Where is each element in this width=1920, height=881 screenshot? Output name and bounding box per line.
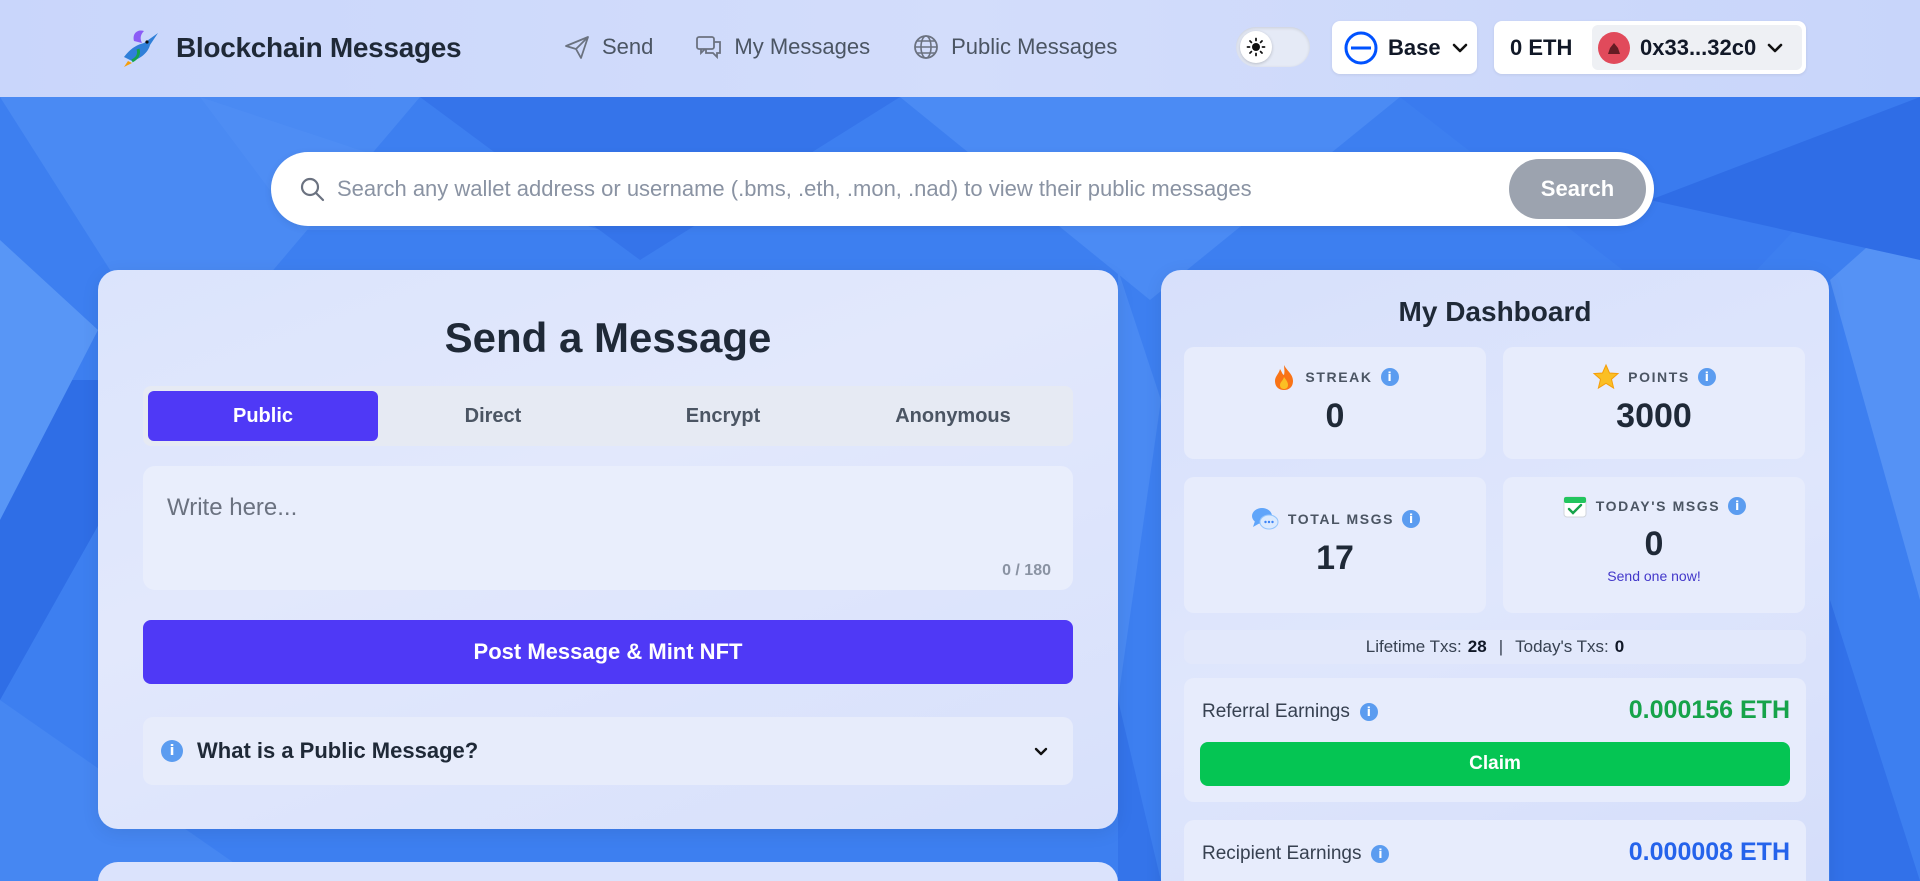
next-card [98,862,1118,881]
tab-direct[interactable]: Direct [378,391,608,441]
tab-encrypt[interactable]: Encrypt [608,391,838,441]
chat-bubbles-icon [696,36,722,60]
info-icon[interactable]: i [1380,368,1399,386]
theme-toggle-knob [1240,31,1272,63]
info-icon[interactable]: i [1728,497,1747,515]
message-type-tabs: Public Direct Encrypt Anonymous [143,386,1073,446]
send-title: Send a Message [444,314,772,361]
message-textarea[interactable] [143,466,1073,590]
main-nav: Send My Messages Public Messages [563,33,1117,61]
recipient-label: Recipient Earnings [1202,843,1362,864]
hummingbird-logo-icon [124,30,158,67]
stat-label: TODAY'S MSGS [1595,498,1721,514]
char-counter: 0 / 180 [1002,562,1051,579]
stat-label: POINTS [1628,369,1690,385]
nav-public-messages[interactable]: Public Messages [912,33,1117,61]
stat-points: POINTS i 3000 [1503,347,1805,459]
globe-icon [914,35,939,59]
fire-icon [1275,365,1294,390]
claim-button[interactable]: Claim [1200,742,1790,786]
faq-label: What is a Public Message? [197,738,479,763]
theme-toggle[interactable] [1236,27,1310,67]
today-value: 0 [1614,637,1625,656]
tab-public[interactable]: Public [148,391,378,441]
base-chain-icon [1344,31,1378,64]
info-icon[interactable]: i [1359,703,1378,721]
star-icon [1592,363,1620,390]
chain-label: Base [1388,34,1441,60]
send-message-card: Send a Message Public Direct Encrypt Ano… [98,270,1118,829]
top-header: Blockchain Messages Send My Messages Pub… [0,0,1920,97]
calendar-check-icon [1563,496,1587,518]
dashboard-panel: My Dashboard STREAK i 0 POINTS i 3000 TO… [1161,270,1829,881]
info-icon[interactable]: i [1402,510,1421,528]
stat-todays-msgs: TODAY'S MSGS i 0 Send one now! [1503,477,1805,613]
stat-streak: STREAK i 0 [1184,347,1486,459]
tab-anonymous[interactable]: Anonymous [838,391,1068,441]
stat-label: STREAK [1305,369,1373,385]
lifetime-label: Lifetime Txs: [1365,637,1462,656]
search-input[interactable] [337,168,1437,210]
search-button[interactable]: Search [1509,159,1646,219]
today-label: Today's Txs: [1515,637,1609,656]
brand[interactable]: Blockchain Messages [120,27,462,69]
app-title: Blockchain Messages [176,32,462,63]
wallet-search-bar: Search [271,152,1654,226]
nav-send-label: Send [602,34,654,59]
wallet-widget[interactable]: 0 ETH 0x33...32c0 [1494,21,1806,74]
avatar-glyph-icon [1608,42,1620,54]
send-now-link[interactable]: Send one now! [1503,568,1805,584]
dashboard-title: My Dashboard [1398,296,1592,327]
speech-bubbles-icon [1251,508,1279,530]
recipient-earnings: Recipient Earnings i 0.000008 ETH [1184,820,1806,881]
chevron-down-icon [1767,43,1783,52]
info-icon[interactable]: i [1697,368,1716,386]
stat-value: 17 [1316,539,1354,577]
paper-plane-icon [565,36,589,59]
wallet-address: 0x33...32c0 [1640,34,1757,60]
stat-label: TOTAL MSGS [1287,511,1395,527]
public-message-faq[interactable]: i What is a Public Message? [143,717,1073,785]
lifetime-value: 28 [1467,637,1487,656]
referral-label: Referral Earnings [1202,701,1350,722]
tx-separator: | [1498,637,1504,656]
search-icon [300,177,325,202]
nav-my-messages-label: My Messages [734,34,871,59]
info-icon: i [161,740,183,762]
compose-box: 0 / 180 [143,466,1073,590]
nav-my-messages[interactable]: My Messages [695,33,870,61]
post-message-button[interactable]: Post Message & Mint NFT [143,620,1073,684]
stat-value: 0 [1644,525,1664,563]
nav-send[interactable]: Send [563,33,653,61]
wallet-balance: 0 ETH [1510,34,1573,60]
tx-summary: Lifetime Txs: 28 | Today's Txs: 0 [1184,630,1806,664]
chevron-down-icon [1034,747,1048,756]
stat-value: 3000 [1616,397,1692,435]
sun-icon [1246,37,1266,57]
stat-total-msgs: TOTAL MSGS i 17 [1184,477,1486,613]
referral-earnings: Referral Earnings i 0.000156 ETH Claim [1184,678,1806,802]
referral-value: 0.000156 ETH [1628,696,1790,724]
account-button[interactable]: 0x33...32c0 [1592,25,1802,70]
info-icon[interactable]: i [1371,845,1390,863]
chain-selector[interactable]: Base [1332,21,1477,74]
avatar [1598,31,1630,64]
chevron-down-icon [1452,43,1467,52]
stat-value: 0 [1325,397,1345,435]
nav-public-messages-label: Public Messages [951,34,1118,59]
recipient-value: 0.000008 ETH [1628,838,1790,866]
